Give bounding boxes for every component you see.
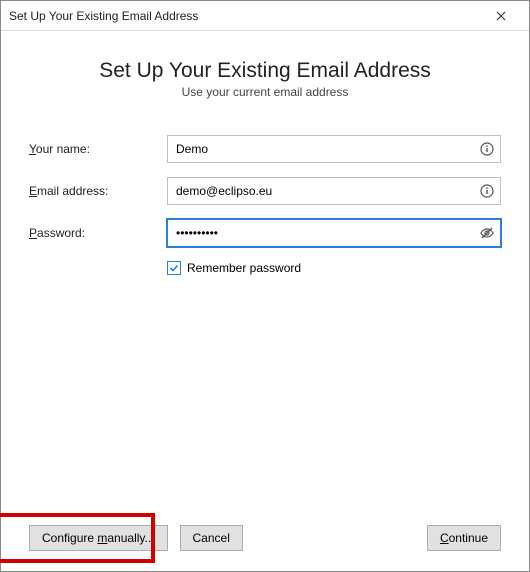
remember-label: Remember password xyxy=(187,261,301,275)
page-subheading: Use your current email address xyxy=(29,85,501,99)
name-input[interactable] xyxy=(167,135,501,163)
close-icon xyxy=(496,11,506,21)
info-icon[interactable] xyxy=(479,141,495,157)
label-email: Email address: xyxy=(29,184,167,198)
row-email: Email address: xyxy=(29,177,501,205)
row-name: Your name: xyxy=(29,135,501,163)
window-title: Set Up Your Existing Email Address xyxy=(9,9,481,23)
button-bar: Configure manually... Cancel Continue xyxy=(29,525,501,551)
remember-row: Remember password xyxy=(167,261,501,275)
continue-button[interactable]: Continue xyxy=(427,525,501,551)
checkmark-icon xyxy=(169,263,179,273)
password-input[interactable] xyxy=(167,219,501,247)
titlebar: Set Up Your Existing Email Address xyxy=(1,1,529,31)
remember-checkbox[interactable] xyxy=(167,261,181,275)
label-password: Password: xyxy=(29,226,167,240)
dialog-content: Set Up Your Existing Email Address Use y… xyxy=(1,31,529,571)
cancel-button[interactable]: Cancel xyxy=(180,525,243,551)
close-button[interactable] xyxy=(481,2,521,30)
label-name: Your name: xyxy=(29,142,167,156)
eye-off-icon[interactable] xyxy=(479,225,495,241)
email-input[interactable] xyxy=(167,177,501,205)
configure-manually-button[interactable]: Configure manually... xyxy=(29,525,168,551)
page-heading: Set Up Your Existing Email Address xyxy=(29,59,501,83)
row-password: Password: xyxy=(29,219,501,247)
info-icon[interactable] xyxy=(479,183,495,199)
